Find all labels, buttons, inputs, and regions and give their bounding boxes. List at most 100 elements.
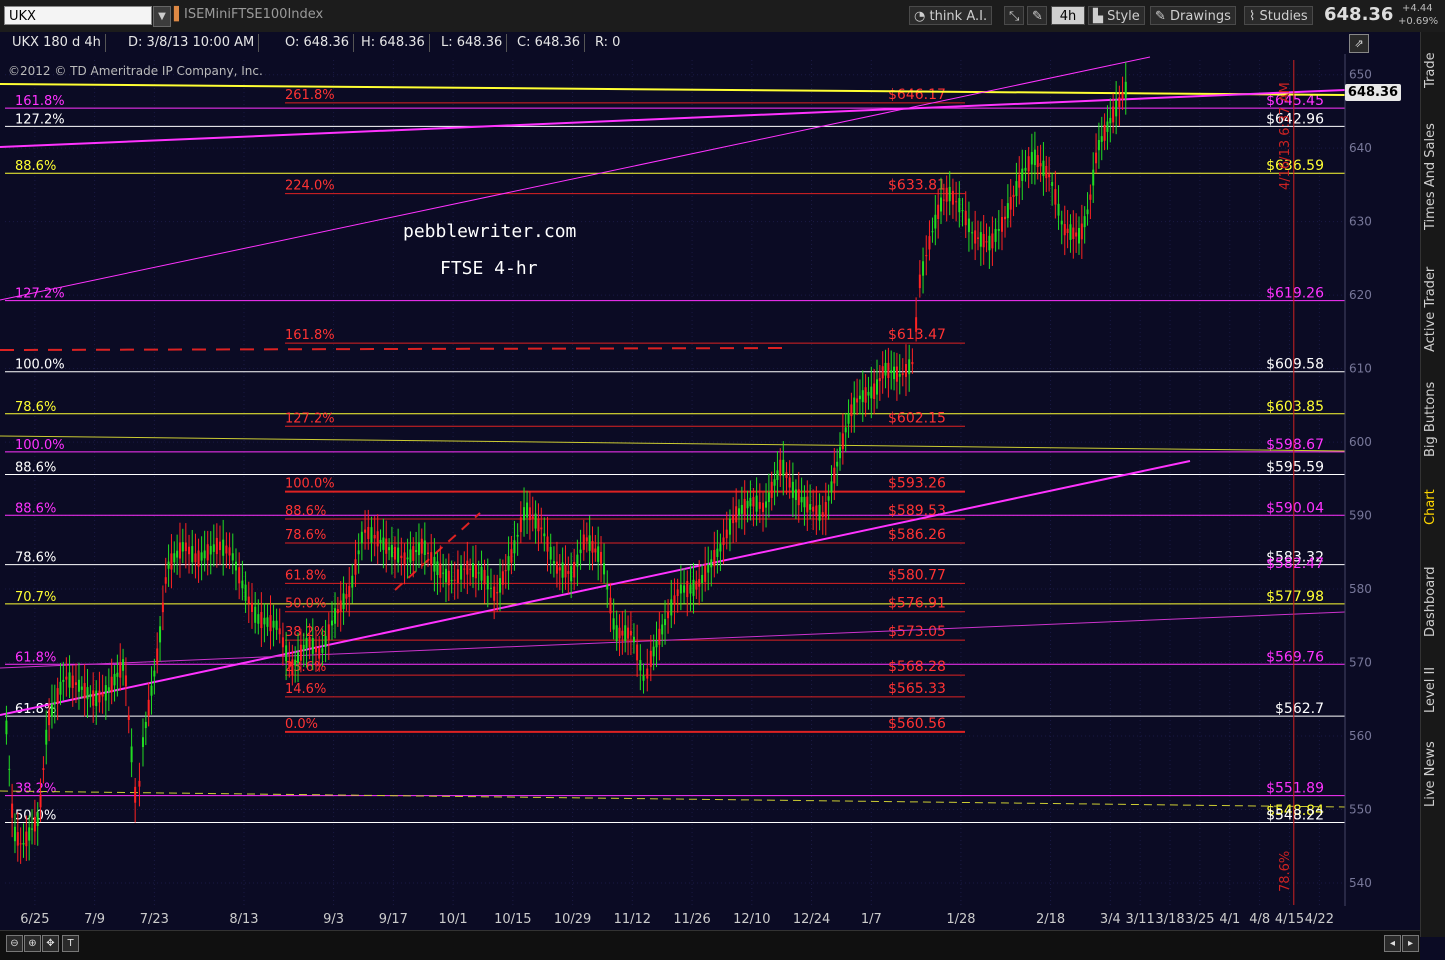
level-pct-label: 88.6% bbox=[15, 159, 56, 174]
cursor-tool-button[interactable]: ⤡ bbox=[1004, 6, 1024, 25]
candle-body bbox=[931, 231, 934, 233]
candle-body bbox=[36, 812, 39, 827]
studies-button[interactable]: ⌇ Studies bbox=[1244, 6, 1313, 25]
candle-body bbox=[1124, 81, 1127, 98]
price-chart[interactable]: 161.8% 127.2% 88.6% 127.2% 100.0% 78.6% 100.0%… bbox=[0, 54, 1420, 930]
text-tool-icon[interactable]: T bbox=[62, 935, 79, 952]
x-tick-label: 10/15 bbox=[494, 912, 531, 927]
side-tab-times-and-sales[interactable]: Times And Sales bbox=[1423, 112, 1444, 242]
candle-body bbox=[570, 566, 573, 582]
side-tab-level-ii[interactable]: Level II bbox=[1423, 657, 1444, 722]
candle-body bbox=[809, 504, 812, 510]
candle-body bbox=[867, 391, 870, 396]
wrench-icon[interactable]: ✎ bbox=[1027, 6, 1047, 25]
candle-body bbox=[555, 561, 558, 574]
y-tick-label: 650 bbox=[1349, 68, 1372, 82]
pan-icon[interactable]: ✥ bbox=[42, 935, 59, 952]
candle-body bbox=[824, 502, 827, 518]
candle-body bbox=[453, 579, 456, 581]
side-tab-live-news[interactable]: Live News bbox=[1423, 732, 1444, 817]
candle-body bbox=[679, 584, 682, 594]
candle-body bbox=[815, 505, 818, 517]
bar-open: O: 648.36 bbox=[281, 34, 355, 52]
candle-body bbox=[755, 495, 758, 512]
level-price-label: $619.26 bbox=[1266, 286, 1324, 302]
side-tab-dashboard[interactable]: Dashboard bbox=[1423, 557, 1444, 647]
candle-body bbox=[124, 675, 127, 687]
candle-body bbox=[945, 187, 948, 202]
x-tick-label: 6/25 bbox=[20, 912, 49, 927]
side-tab-active-trader[interactable]: Active Trader bbox=[1423, 257, 1444, 362]
drawings-button[interactable]: ✎ Drawings bbox=[1150, 6, 1236, 25]
symbol-dropdown-icon[interactable]: ▼ bbox=[153, 6, 171, 27]
candle-body bbox=[71, 675, 74, 689]
candle-body bbox=[762, 502, 765, 512]
level-price-label: $569.76 bbox=[1266, 649, 1324, 665]
level-pct-label: 100.0% bbox=[15, 358, 65, 373]
candle-body bbox=[738, 508, 741, 516]
chart-settings-icon[interactable]: ⇗ bbox=[1349, 34, 1369, 53]
x-tick-label: 3/11 bbox=[1126, 912, 1155, 927]
fib-pct-label: 224.0% bbox=[285, 179, 335, 194]
side-tab-chart[interactable]: Chart bbox=[1423, 477, 1444, 537]
candle-body bbox=[150, 685, 153, 696]
candle-body bbox=[904, 364, 907, 377]
candle-body bbox=[523, 507, 526, 521]
candle-body bbox=[206, 544, 209, 561]
candle-body bbox=[8, 768, 11, 770]
side-tab-trade[interactable]: Trade bbox=[1423, 40, 1444, 100]
fib-pct-label: 88.6% bbox=[285, 504, 326, 519]
candle-body bbox=[884, 362, 887, 376]
candle-body bbox=[1015, 181, 1018, 197]
fib-pct-label: 0.0% bbox=[285, 717, 318, 732]
candle-body bbox=[1077, 227, 1080, 244]
candle-body bbox=[178, 542, 181, 559]
scroll-right-icon[interactable]: ▸ bbox=[1402, 935, 1419, 952]
y-tick-label: 590 bbox=[1349, 509, 1372, 523]
x-tick-label: 7/9 bbox=[84, 912, 105, 927]
candle-body bbox=[507, 556, 510, 571]
candle-body bbox=[579, 549, 582, 554]
candle-body bbox=[194, 553, 197, 563]
level-price-label: $595.59 bbox=[1266, 459, 1324, 475]
zoom-in-icon[interactable]: ⊕ bbox=[24, 935, 41, 952]
candle-body bbox=[357, 550, 360, 555]
candle-body bbox=[890, 370, 893, 373]
candle-body bbox=[652, 646, 655, 657]
candle-body bbox=[1089, 194, 1092, 200]
candle-body bbox=[191, 546, 194, 563]
candle-body bbox=[200, 552, 203, 561]
study-label[interactable]: UKX 180 d 4h bbox=[8, 34, 106, 52]
candle-body bbox=[439, 563, 442, 578]
side-tab-big-buttons[interactable]: Big Buttons bbox=[1423, 377, 1444, 462]
candle-body bbox=[275, 620, 278, 630]
x-tick-label: 3/25 bbox=[1185, 912, 1214, 927]
candle-body bbox=[420, 538, 423, 554]
timeframe-button[interactable]: 4h bbox=[1051, 6, 1085, 25]
candle-body bbox=[127, 715, 130, 721]
scroll-left-icon[interactable]: ◂ bbox=[1384, 935, 1401, 952]
candle-body bbox=[1095, 152, 1098, 164]
symbol-input[interactable]: UKX bbox=[4, 6, 152, 25]
x-tick-label: 2/18 bbox=[1036, 912, 1065, 927]
candle-body bbox=[153, 670, 156, 677]
candle-body bbox=[1036, 155, 1039, 168]
candle-body bbox=[39, 794, 42, 808]
style-button[interactable]: ▙ Style bbox=[1088, 6, 1145, 25]
candle-body bbox=[1018, 174, 1021, 188]
candle-body bbox=[830, 481, 833, 493]
candle-body bbox=[1057, 203, 1060, 216]
candle-body bbox=[144, 721, 147, 729]
zoom-out-icon[interactable]: ⊖ bbox=[6, 935, 23, 952]
candle-body bbox=[794, 489, 797, 501]
candle-body bbox=[719, 543, 722, 552]
fib-pct-label: 14.6% bbox=[285, 682, 326, 697]
studies-icon: ⌇ bbox=[1249, 9, 1260, 24]
candle-body bbox=[918, 274, 921, 289]
candle-body bbox=[334, 608, 337, 624]
candle-body bbox=[11, 803, 14, 818]
candle-body bbox=[689, 584, 692, 594]
candle-body bbox=[107, 687, 110, 692]
think-ai-button[interactable]: ◔ think A.I. bbox=[909, 6, 993, 25]
candle-body bbox=[415, 550, 418, 553]
